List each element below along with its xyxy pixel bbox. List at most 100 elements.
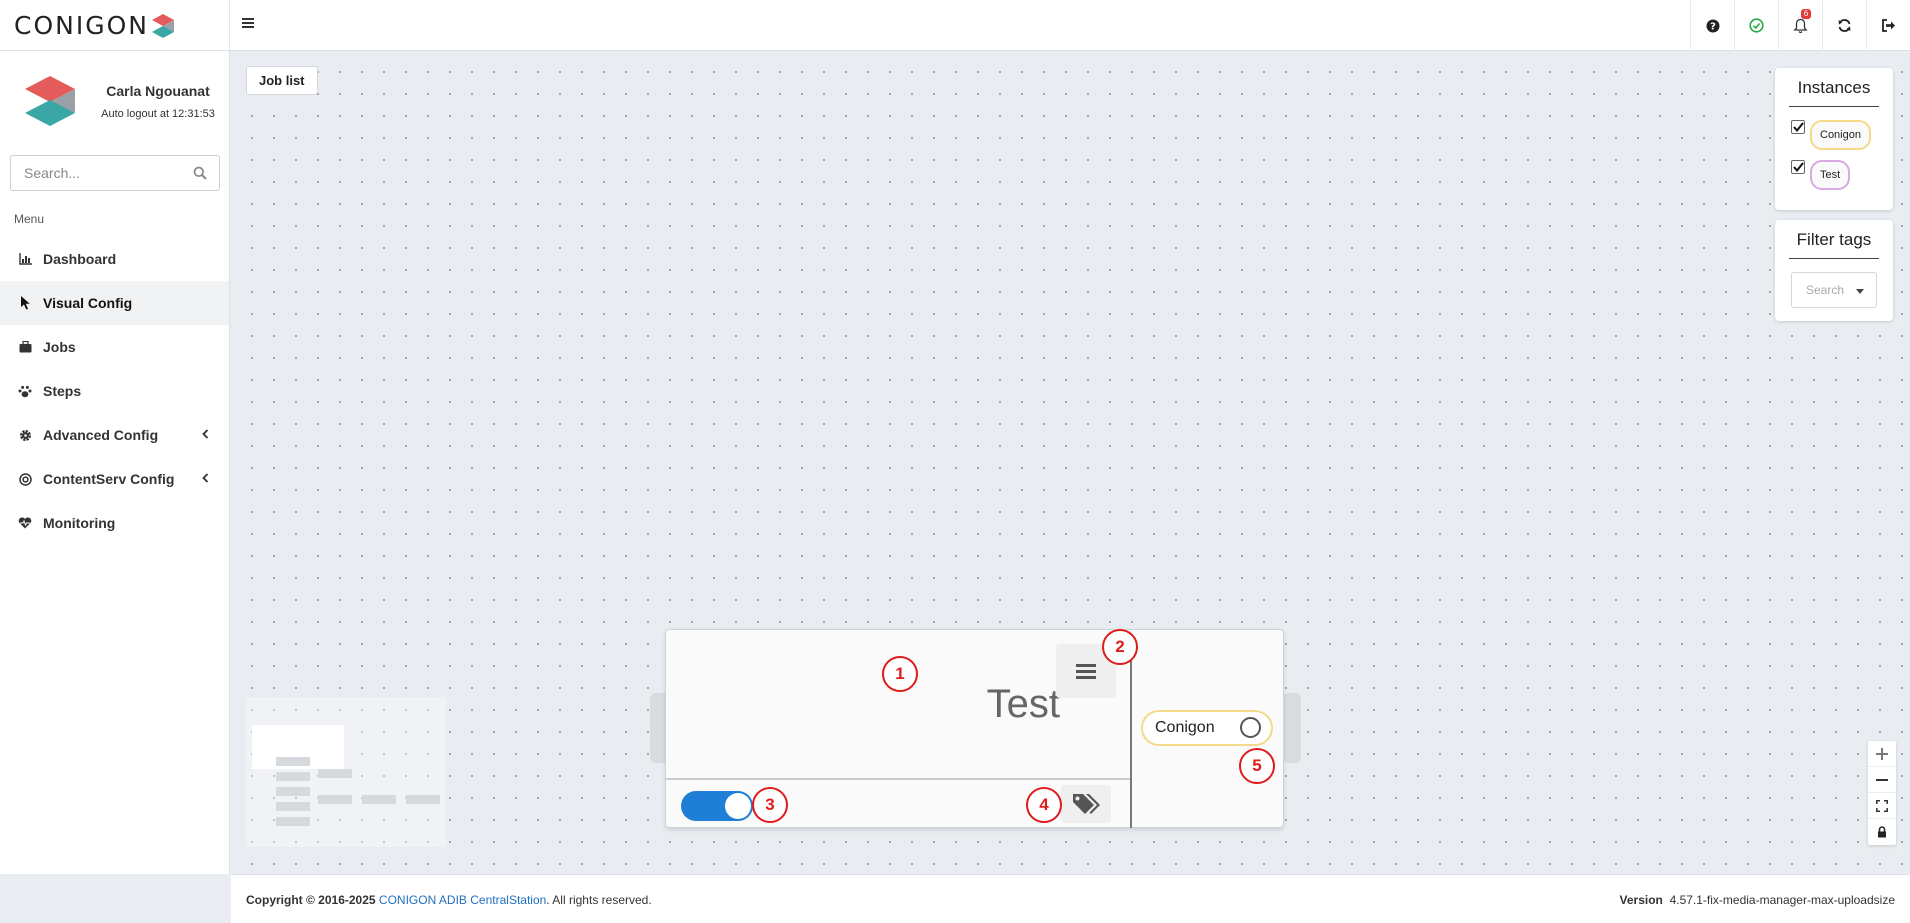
instance-chip-conigon: Conigon [1810,120,1871,150]
sidebar-item-label: Visual Config [43,295,133,311]
job-list-button[interactable]: Job list [246,66,318,95]
logout-icon[interactable] [1866,0,1910,51]
pointer-icon [18,296,32,310]
user-profile: Carla Ngouanat Auto logout at 12:31:53 [0,51,230,151]
fit-view-icon [1876,799,1888,812]
auto-logout-time: Auto logout at 12:31:53 [101,108,215,120]
minimap-node [276,757,310,766]
job-enabled-toggle[interactable] [681,791,753,821]
sidebar-nav: Dashboard Visual Config Jobs Steps Advan… [0,237,229,545]
search-icon[interactable] [193,166,207,180]
instances-panel-title: Instances [1797,78,1871,97]
minimap-node [362,795,396,804]
minimap-node [406,795,440,804]
annotation-marker-2: 2 [1102,629,1138,665]
minimap-node [318,795,352,804]
filter-tags-select[interactable]: Search [1791,272,1877,308]
minus-icon [1876,778,1888,781]
annotation-marker-5: 5 [1239,748,1275,784]
minimap-node [276,802,310,811]
sidebar-item-jobs[interactable]: Jobs [0,325,229,369]
node-output-handle[interactable] [1283,693,1301,763]
minimap-node [276,817,310,826]
fit-view-button[interactable] [1868,793,1896,819]
sidebar-item-steps[interactable]: Steps [0,369,229,413]
refresh-icon[interactable] [1822,0,1866,51]
minimap-node [276,772,310,781]
divider [1789,106,1879,107]
chevron-left-icon [202,429,209,439]
zoom-out-button[interactable] [1868,767,1896,793]
sidebar-item-dashboard[interactable]: Dashboard [0,237,229,281]
annotation-marker-1: 1 [882,656,918,692]
version-label: Version [1619,893,1663,907]
footer: Copyright © 2016-2025 CONIGON ADIB Centr… [231,874,1910,923]
version-value: 4.57.1-fix-media-manager-max-uploadsize [1669,893,1895,907]
toggle-knob [725,793,751,819]
lock-icon [1878,826,1886,838]
checkbox-test[interactable] [1791,160,1805,174]
sidebar: Carla Ngouanat Auto logout at 12:31:53 M… [0,51,230,874]
sidebar-item-label: Monitoring [43,515,116,531]
node-divider-vertical [1130,655,1132,828]
heartbeat-icon [18,516,32,530]
annotation-marker-4: 4 [1026,787,1062,823]
notification-count-badge: 6 [1801,9,1811,19]
top-header: CONIGON ? 6 [0,0,1910,51]
target-icon [18,472,32,486]
tags-icon [1073,794,1100,814]
filter-tags-panel: Filter tags Search [1775,220,1893,321]
sidebar-item-advanced-config[interactable]: Advanced Config [0,413,229,457]
svg-text:?: ? [1710,21,1716,32]
plus-icon [1876,747,1888,760]
caret-down-icon [1856,289,1864,294]
chart-icon [18,252,32,266]
status-ok-icon[interactable] [1734,0,1778,51]
sidebar-item-contentserv-config[interactable]: ContentServ Config [0,457,229,501]
conigon-logo-icon [151,13,174,38]
zoom-in-button[interactable] [1868,741,1896,767]
chevron-left-icon [202,473,209,483]
node-instance-pill[interactable]: Conigon [1141,710,1273,746]
menu-label: Menu [14,212,45,226]
checkbox-conigon[interactable] [1791,120,1805,134]
canvas-zoom-controls [1868,741,1896,845]
company-link[interactable]: CONIGON ADIB CentralStation [379,893,546,907]
notifications-bell-icon[interactable]: 6 [1778,0,1822,51]
lock-button[interactable] [1868,819,1896,845]
minimap-node [318,769,352,778]
version-info: Version 4.57.1-fix-media-manager-max-upl… [1620,893,1895,907]
user-name: Carla Ngouanat [106,83,210,99]
sidebar-search-input[interactable] [24,165,184,181]
divider [1789,258,1879,259]
hamburger-menu-icon [1076,663,1096,679]
annotation-marker-3: 3 [752,787,788,823]
sidebar-item-visual-config[interactable]: Visual Config [0,281,229,325]
instance-chip-test: Test [1810,160,1851,190]
sidebar-item-monitoring[interactable]: Monitoring [0,501,229,545]
instance-filter-conigon[interactable]: Conigon [1791,120,1871,150]
sidebar-item-label: Dashboard [43,251,117,267]
sidebar-item-label: Steps [43,383,82,399]
help-icon[interactable]: ? [1690,0,1734,51]
paw-icon [18,384,32,398]
instances-panel: Instances Conigon Test [1775,68,1893,210]
filter-tags-placeholder: Search [1806,283,1845,297]
filter-tags-title: Filter tags [1796,230,1872,249]
node-divider-horizontal [666,778,1130,780]
minimap[interactable] [246,697,446,847]
logo[interactable]: CONIGON [0,0,230,51]
logo-text: CONIGON [14,11,149,40]
copyright-suffix: . All rights reserved. [546,893,652,907]
sidebar-item-label: ContentServ Config [43,471,175,487]
briefcase-icon [18,340,32,354]
avatar [25,76,75,126]
menu-icon[interactable] [241,14,261,34]
instance-connector-circle[interactable] [1240,717,1261,738]
job-node-title: Test [986,682,1060,726]
gear-icon [18,428,32,442]
node-instance-label: Conigon [1155,719,1215,736]
sidebar-item-label: Advanced Config [43,427,159,443]
job-tags-button[interactable] [1061,785,1111,823]
instance-filter-test[interactable]: Test [1791,160,1851,190]
